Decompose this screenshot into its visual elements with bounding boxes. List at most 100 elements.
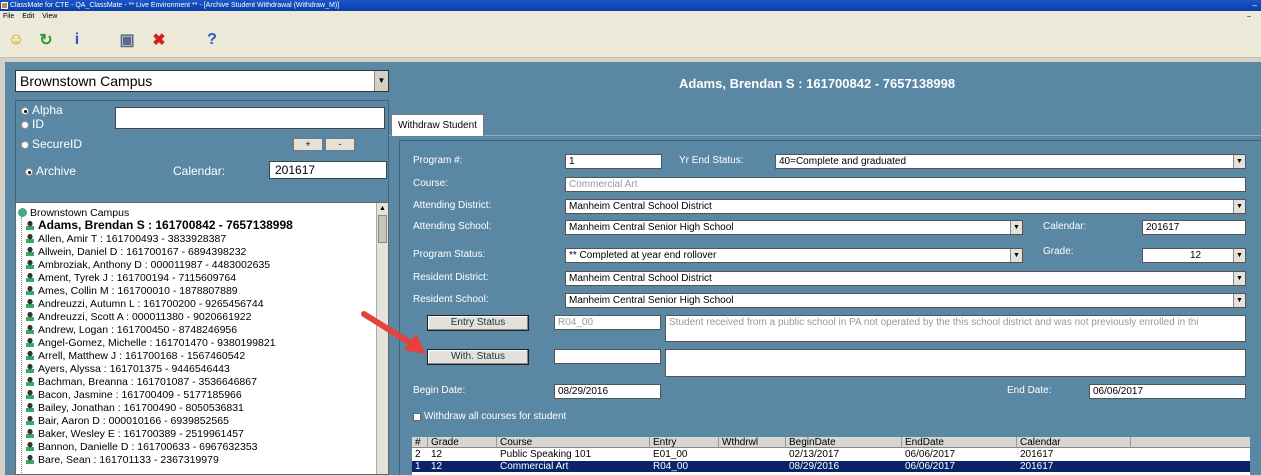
attending-district-label: Attending District: <box>413 200 492 211</box>
table-row[interactable]: 2 12 Public Speaking 101 E01_00 02/13/20… <box>412 449 1250 460</box>
tree-item-student[interactable]: Ayers, Alyssa : 161701375 - 9446546443 <box>26 363 230 375</box>
help-icon[interactable]: ? <box>199 27 225 53</box>
tree-item-student[interactable]: Baker, Wesley E : 161700389 - 2519961457 <box>26 428 244 440</box>
entry-status-button[interactable]: Entry Status <box>427 315 529 331</box>
tree-item-student[interactable]: Ambroziak, Anthony D : 000011987 - 44830… <box>26 259 270 271</box>
calendar-field[interactable]: 201617 <box>1142 220 1246 235</box>
collapse-button[interactable]: - <box>325 138 355 151</box>
tree-item-student[interactable]: Ames, Collin M : 161700010 - 1878807889 <box>26 285 238 297</box>
program-status-dropdown[interactable]: ** Completed at year end rollover ▼ <box>565 248 1023 263</box>
student-icon <box>26 234 34 243</box>
save-icon[interactable]: ▣ <box>114 27 140 53</box>
calendar-field[interactable]: 201617 <box>269 161 387 179</box>
student-icon <box>26 403 34 412</box>
student-icon <box>26 455 34 464</box>
begin-date-field[interactable]: 08/29/2016 <box>554 384 661 399</box>
radio-alpha[interactable]: Alpha <box>21 103 63 117</box>
refresh-icon[interactable]: ↻ <box>33 27 59 53</box>
window-title-bar: ClassMate for CTE - QA_ClassMate - ** Li… <box>0 0 1261 11</box>
student-icon <box>26 221 34 230</box>
tree-item-student[interactable]: Andreuzzi, Autumn L : 161700200 - 926545… <box>26 298 264 310</box>
tree-item-student[interactable]: Bare, Sean : 161701133 - 2367319979 <box>26 454 219 466</box>
tree-item-student[interactable]: Bailey, Jonathan : 161700490 - 805053683… <box>26 402 244 414</box>
column-header[interactable]: EndDate <box>902 437 1017 448</box>
course-label: Course: <box>413 178 449 189</box>
scrollbar-thumb[interactable] <box>378 215 387 243</box>
student-icon <box>26 364 34 373</box>
column-header[interactable]: Grade <box>428 437 497 448</box>
column-header[interactable]: Entry <box>650 437 719 448</box>
tree-item-student[interactable]: Arrell, Matthew J : 161700168 - 15674605… <box>26 350 245 362</box>
menu-edit[interactable]: Edit <box>22 13 34 20</box>
radio-archive[interactable]: Archive <box>25 164 76 178</box>
tree-item-student[interactable]: Bachman, Breanna : 161701087 - 353664686… <box>26 376 257 388</box>
withdrawal-description-field[interactable] <box>665 349 1246 377</box>
student-icon <box>26 338 34 347</box>
chevron-down-icon[interactable]: ▼ <box>374 71 388 91</box>
tree-item-student[interactable]: Bannon, Danielle D : 161700633 - 6967632… <box>26 441 258 453</box>
student-icon <box>26 325 34 334</box>
tab-withdraw-student[interactable]: Withdraw Student <box>391 114 484 136</box>
courses-grid[interactable]: # Grade Course Entry Wthdrwl BeginDate E… <box>412 437 1250 475</box>
tree-item-student[interactable]: Bacon, Jasmine : 161700409 - 5177185966 <box>26 389 242 401</box>
chevron-down-icon[interactable]: ▼ <box>1233 155 1245 168</box>
menu-file[interactable]: File <box>3 13 14 20</box>
tree-item-student[interactable]: Angel-Gomez, Michelle : 161701470 - 9380… <box>26 337 276 349</box>
grade-dropdown[interactable]: 12 ▼ <box>1142 248 1246 263</box>
withdraw-all-label: Withdraw all courses for student <box>424 411 567 422</box>
column-header[interactable]: Course <box>497 437 650 448</box>
info-icon[interactable]: i <box>64 27 90 53</box>
student-search-panel: Brownstown Campus ▼ Alpha ID SecureID + … <box>5 62 389 475</box>
yr-end-status-dropdown[interactable]: 40=Complete and graduated ▼ <box>775 154 1246 169</box>
withdrawal-code-field[interactable] <box>554 349 661 364</box>
chevron-down-icon[interactable]: ▼ <box>1233 294 1245 307</box>
student-icon <box>26 299 34 308</box>
scroll-up-icon[interactable]: ▲ <box>377 203 388 214</box>
column-header[interactable]: Wthdrwl <box>719 437 786 448</box>
entry-code-field: R04_00 <box>554 315 661 330</box>
table-cell: 06/06/2017 <box>905 461 956 472</box>
resident-school-dropdown[interactable]: Manheim Central Senior High School ▼ <box>565 293 1246 308</box>
with-status-button[interactable]: With. Status <box>427 349 529 365</box>
tree-item-student[interactable]: Ament, Tyrek J : 161700194 - 7115609764 <box>26 272 236 284</box>
table-cell: 201617 <box>1020 449 1054 460</box>
table-cell: 06/06/2017 <box>905 449 956 460</box>
student-tree[interactable]: Brownstown Campus Adams, Brendan S : 161… <box>15 202 389 475</box>
minimize-button[interactable]: – <box>1253 0 1257 11</box>
smiley-icon[interactable]: ☺ <box>3 27 29 53</box>
student-icon <box>26 429 34 438</box>
table-cell: 12 <box>431 461 443 472</box>
student-icon <box>26 312 34 321</box>
tree-item-student[interactable]: Andrew, Logan : 161700450 - 8748246956 <box>26 324 237 336</box>
column-header[interactable]: BeginDate <box>786 437 902 448</box>
campus-dropdown[interactable]: Brownstown Campus ▼ <box>15 70 389 92</box>
menu-view[interactable]: View <box>42 13 57 20</box>
attending-school-dropdown[interactable]: Manheim Central Senior High School ▼ <box>565 220 1023 235</box>
column-header[interactable]: Calendar <box>1017 437 1131 448</box>
chevron-down-icon[interactable]: ▼ <box>1010 249 1022 262</box>
radio-secure-id[interactable]: SecureID <box>21 137 82 151</box>
radio-id[interactable]: ID <box>21 117 44 131</box>
table-cell: Commercial Art <box>500 461 569 472</box>
column-header[interactable]: # <box>412 437 428 448</box>
tree-item-student[interactable]: Bair, Aaron D : 000010166 - 6939852565 <box>26 415 229 427</box>
attending-district-dropdown[interactable]: Manheim Central School District ▼ <box>565 199 1246 214</box>
expand-button[interactable]: + <box>293 138 323 151</box>
chevron-down-icon[interactable]: ▼ <box>1010 221 1022 234</box>
tree-item-student[interactable]: Adams, Brendan S : 161700842 - 765713899… <box>26 219 293 231</box>
tree-item-student[interactable]: Andreuzzi, Scott A : 000011380 - 9020661… <box>26 311 251 323</box>
cancel-icon[interactable]: ✖ <box>146 27 172 53</box>
student-icon <box>26 260 34 269</box>
mdi-close-button[interactable]: – <box>1247 11 1251 22</box>
table-row-selected[interactable]: 1 12 Commercial Art R04_00 08/29/2016 06… <box>412 461 1250 472</box>
withdraw-all-checkbox[interactable] <box>413 413 421 421</box>
chevron-down-icon[interactable]: ▼ <box>1233 249 1245 262</box>
chevron-down-icon[interactable]: ▼ <box>1233 200 1245 213</box>
chevron-down-icon[interactable]: ▼ <box>1233 272 1245 285</box>
search-input[interactable] <box>115 107 385 129</box>
tree-item-student[interactable]: Allen, Amir T : 161700493 - 3833928387 <box>26 233 226 245</box>
program-field[interactable]: 1 <box>565 154 662 169</box>
resident-district-dropdown[interactable]: Manheim Central School District ▼ <box>565 271 1246 286</box>
end-date-field[interactable]: 06/06/2017 <box>1089 384 1246 399</box>
tree-item-student[interactable]: Allwein, Daniel D : 161700167 - 68943982… <box>26 246 246 258</box>
